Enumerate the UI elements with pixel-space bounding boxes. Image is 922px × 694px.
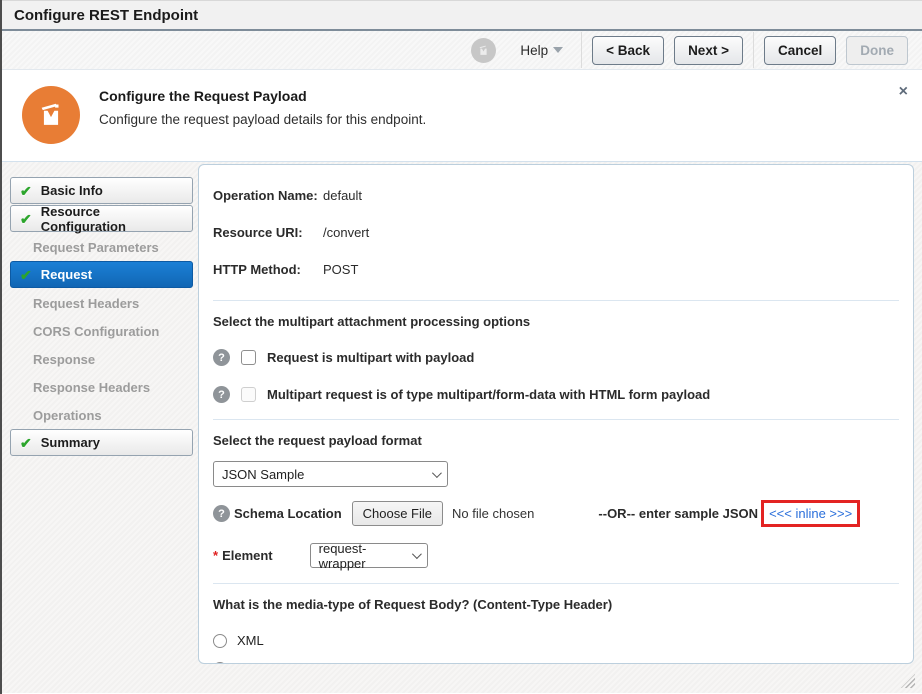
multipart-with-payload-checkbox[interactable] [241,350,256,365]
radio-button[interactable] [213,634,227,648]
checkbox-label: Multipart request is of type multipart/f… [267,387,710,402]
check-icon: ✔ [20,212,32,226]
required-marker: * [213,548,218,563]
check-icon: ✔ [20,268,32,282]
or-enter-sample-json-label: --OR-- enter sample JSON [598,506,758,521]
toolbar-separator [753,32,754,68]
help-label: Help [520,43,548,58]
rest-adapter-glyph-icon [476,43,491,58]
sidebar-item-label: Resource Configuration [41,204,183,234]
field-label: Resource URI: [213,225,323,240]
sidebar-item-label: Basic Info [41,183,103,198]
radio-label: XML(text) [237,661,293,664]
sidebar-item-label: Response [33,352,95,367]
media-type-heading: What is the media-type of Request Body? … [213,597,899,612]
multipart-option-row: ? Multipart request is of type multipart… [213,386,899,403]
sidebar-item-cors-configuration: CORS Configuration [10,317,193,345]
field-value: /convert [323,225,369,240]
selected-option: JSON Sample [222,467,304,482]
field-label: HTTP Method: [213,262,323,277]
done-button[interactable]: Done [846,36,908,65]
sidebar-item-resource-configuration[interactable]: ✔ Resource Configuration [10,205,193,232]
sidebar-item-request-headers: Request Headers [10,289,193,317]
radio-button[interactable] [213,662,227,665]
dialog-body: ✔ Basic Info ✔ Resource Configuration Re… [2,162,922,693]
field-label: Operation Name: [213,188,323,203]
sidebar-item-label: Summary [41,435,100,450]
section-divider [213,419,899,420]
help-icon[interactable]: ? [213,386,230,403]
help-menu[interactable]: Help [520,43,563,58]
multipart-section-heading: Select the multipart attachment processi… [213,314,899,329]
sidebar-item-request-parameters: Request Parameters [10,233,193,261]
cancel-button[interactable]: Cancel [764,36,836,65]
sidebar-item-label: Request Parameters [33,240,159,255]
element-label: Element [222,548,273,563]
section-divider [213,300,899,301]
toolbar-separator [581,32,582,68]
step-header-texts: Configure the Request Payload Configure … [99,86,426,161]
sidebar-item-label: Operations [33,408,102,423]
adapter-badge-icon[interactable] [471,38,496,63]
resize-grip[interactable] [901,674,915,688]
help-icon[interactable]: ? [213,505,230,522]
check-icon: ✔ [20,436,32,450]
radio-label: XML [237,633,264,648]
sidebar-item-label: Request Headers [33,296,139,311]
inline-json-link[interactable]: <<< inline >>> [769,506,852,521]
step-subtitle: Configure the request payload details fo… [99,112,426,127]
media-type-option-xml: XML [213,633,899,648]
configure-rest-endpoint-dialog: Configure REST Endpoint Help < Back Next… [0,0,922,694]
sidebar-item-basic-info[interactable]: ✔ Basic Info [10,177,193,204]
step-header: Configure the Request Payload Configure … [2,70,922,162]
rest-adapter-glyph-icon [34,98,68,132]
next-button[interactable]: Next > [674,36,743,65]
field-value: default [323,188,362,203]
wizard-steps-sidebar: ✔ Basic Info ✔ Resource Configuration Re… [10,177,193,457]
payload-format-select[interactable]: JSON Sample [213,461,448,487]
rest-adapter-icon [22,86,80,144]
help-icon[interactable]: ? [213,349,230,366]
section-divider [213,583,899,584]
schema-location-label: Schema Location [234,506,342,521]
chevron-down-icon [432,468,442,478]
checkbox-label: Request is multipart with payload [267,350,474,365]
field-value: POST [323,262,358,277]
step-title: Configure the Request Payload [99,88,426,104]
element-row: * Element request-wrapper [213,543,899,568]
choose-file-button[interactable]: Choose File [352,501,443,526]
sidebar-item-label: Response Headers [33,380,150,395]
multipart-form-data-checkbox [241,387,256,402]
window-title: Configure REST Endpoint [14,7,198,24]
request-config-panel: Operation Name: default Resource URI: /c… [198,164,914,664]
close-icon[interactable]: × [899,84,908,100]
element-select[interactable]: request-wrapper [310,543,428,568]
wizard-toolbar: Help < Back Next > Cancel Done [2,31,922,70]
resource-uri-field: Resource URI: /convert [213,225,899,240]
sidebar-item-request[interactable]: ✔ Request [10,261,193,288]
multipart-option-row: ? Request is multipart with payload [213,349,899,366]
chevron-down-icon [412,549,422,559]
selected-option: request-wrapper [319,541,412,571]
inline-link-highlight-box: <<< inline >>> [761,500,860,527]
media-type-option-xml-text: XML(text) [213,661,899,664]
sidebar-item-label: Request [41,267,92,282]
sidebar-item-response-headers: Response Headers [10,373,193,401]
chevron-down-icon [553,47,563,53]
http-method-field: HTTP Method: POST [213,262,899,277]
back-button[interactable]: < Back [592,36,664,65]
file-status-text: No file chosen [452,506,534,521]
sidebar-item-operations: Operations [10,401,193,429]
sidebar-item-summary[interactable]: ✔ Summary [10,429,193,456]
operation-name-field: Operation Name: default [213,188,899,203]
sidebar-item-response: Response [10,345,193,373]
check-icon: ✔ [20,184,32,198]
title-bar: Configure REST Endpoint [2,0,922,31]
payload-format-heading: Select the request payload format [213,433,899,448]
sidebar-item-label: CORS Configuration [33,324,159,339]
schema-location-row: ? Schema Location Choose File No file ch… [213,500,899,527]
